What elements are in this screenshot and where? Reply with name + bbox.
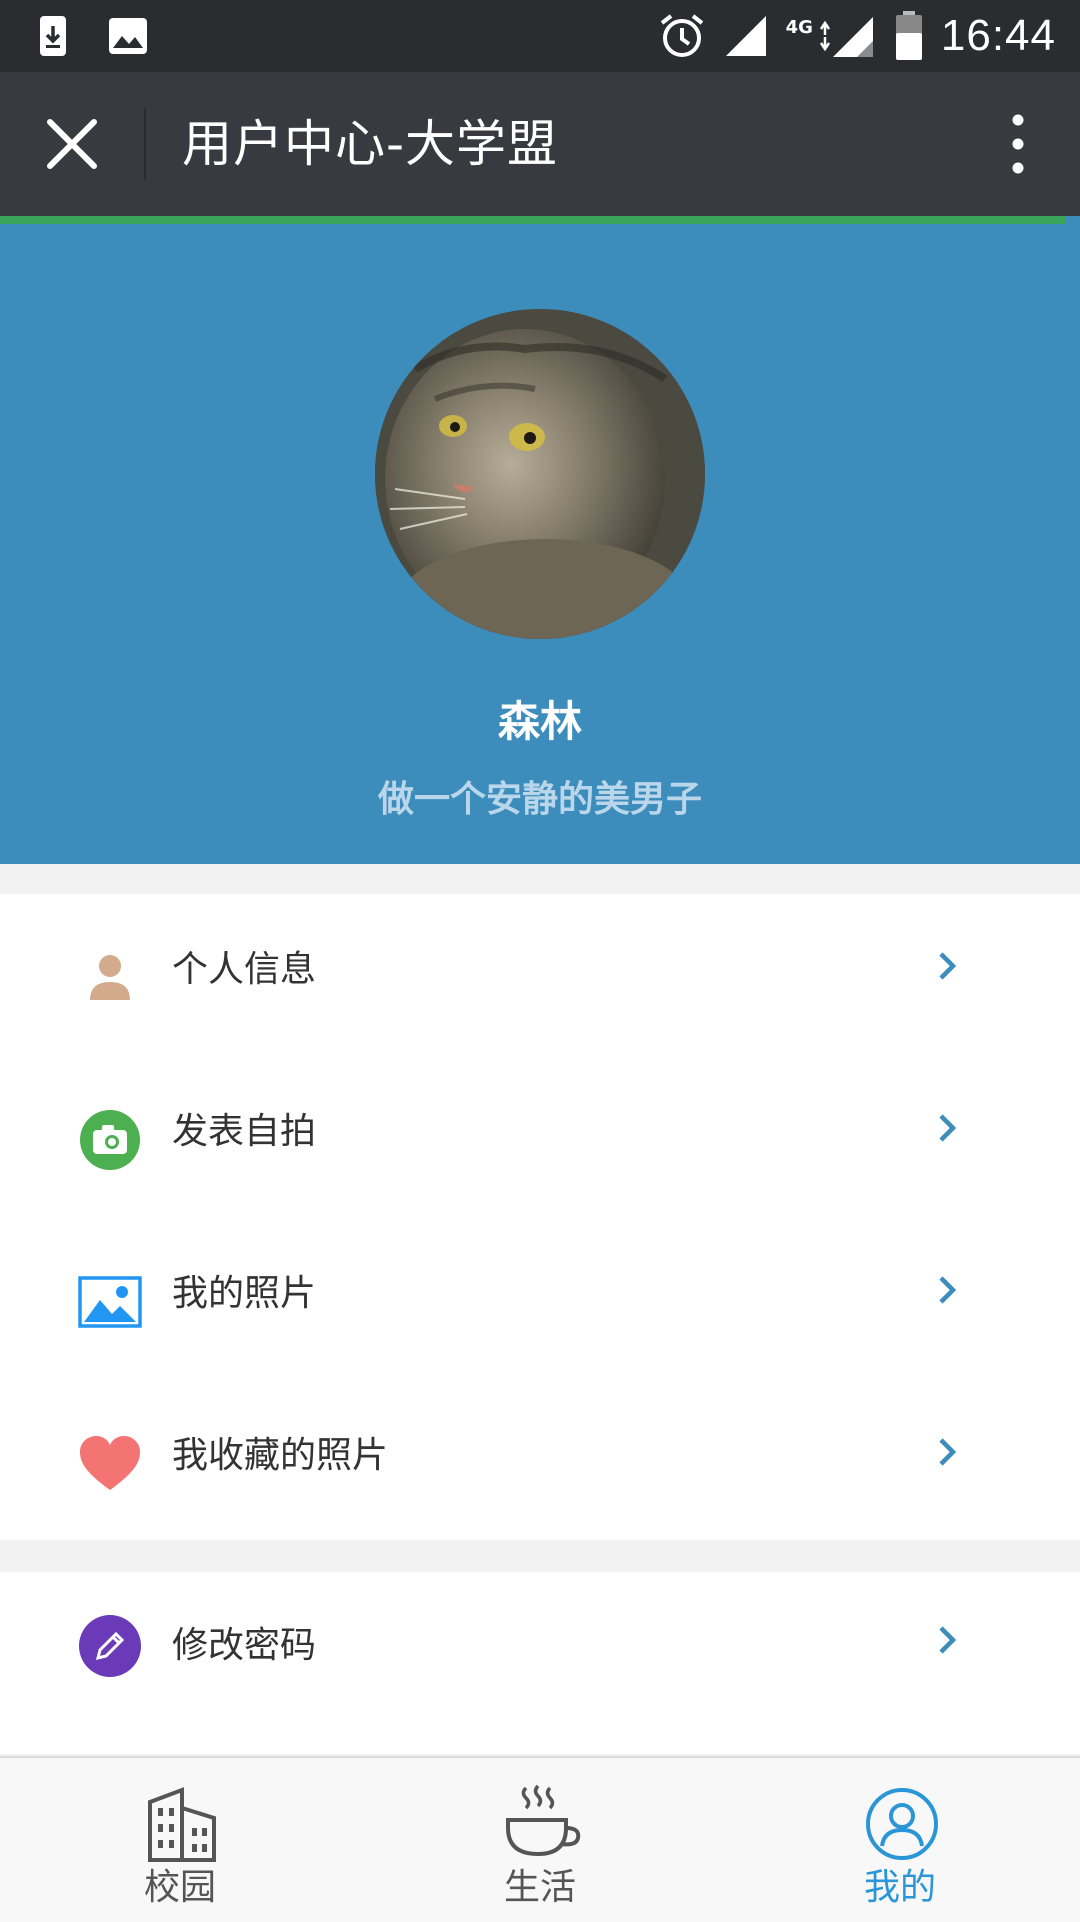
menu-item-label: 修改密码 (172, 1625, 317, 1666)
alarm-icon (660, 14, 703, 57)
network-type: 4G (785, 16, 813, 38)
download-icon (40, 16, 66, 56)
person-icon (90, 955, 130, 1000)
camera-icon (80, 1110, 140, 1170)
menu-item-label: 我收藏的照片 (172, 1435, 389, 1476)
image-icon (109, 18, 147, 54)
title-bar: 用户中心-大学盟 (0, 72, 1080, 216)
menu-item-personal-info[interactable]: 个人信息 (0, 894, 1080, 1056)
menu-item-label: 个人信息 (172, 949, 317, 990)
pencil-icon (79, 1615, 141, 1677)
menu-group-security: 修改密码 (0, 1572, 1080, 1754)
chevron-right-icon (939, 1438, 957, 1466)
tab-label: 生活 (503, 1867, 576, 1908)
loading-progress-bar (0, 216, 1066, 224)
chevron-right-icon (939, 1276, 957, 1304)
menu-item-label: 我的照片 (172, 1273, 317, 1314)
photo-icon (78, 1276, 142, 1328)
signal-icon (725, 16, 766, 56)
status-time: 16:44 (940, 11, 1056, 60)
tab-mine[interactable]: 我的 (720, 1758, 1080, 1922)
close-icon (47, 119, 97, 169)
tab-life[interactable]: 生活 (360, 1758, 720, 1922)
more-button[interactable] (988, 108, 1048, 180)
tab-campus[interactable]: 校园 (0, 1758, 360, 1922)
tab-label: 我的 (863, 1867, 936, 1908)
profile-signature: 做一个安静的美男子 (377, 779, 702, 820)
avatar[interactable] (375, 309, 705, 639)
tab-label: 校园 (143, 1867, 216, 1908)
battery-icon (895, 11, 922, 60)
chevron-right-icon (939, 952, 957, 980)
menu-group-main: 个人信息 发表自拍 我的照片 我收藏的照片 (0, 894, 1080, 1540)
coffee-cup-icon (506, 1784, 581, 1857)
chevron-right-icon (939, 1626, 957, 1654)
close-button[interactable] (36, 114, 108, 174)
user-icon (866, 1788, 938, 1860)
bottom-tab-bar: 校园 生活 我的 (0, 1756, 1080, 1922)
signal-4g-icon (819, 17, 873, 57)
menu-item-my-photos[interactable]: 我的照片 (0, 1218, 1080, 1380)
menu-item-post-selfie[interactable]: 发表自拍 (0, 1056, 1080, 1218)
more-vertical-icon (1012, 114, 1024, 174)
page-title: 用户中心-大学盟 (182, 115, 559, 173)
menu-item-label: 发表自拍 (172, 1111, 317, 1152)
chevron-right-icon (939, 1114, 957, 1142)
menu-item-change-password[interactable]: 修改密码 (0, 1572, 1080, 1734)
building-icon (148, 1787, 216, 1862)
cat-avatar-image (375, 309, 705, 639)
menu-item-favorite-photos[interactable]: 我收藏的照片 (0, 1380, 1080, 1542)
profile-username: 森林 (497, 697, 582, 746)
heart-icon (80, 1436, 140, 1490)
title-divider (144, 108, 146, 180)
status-bar: 4G 16:44 (0, 0, 1080, 72)
